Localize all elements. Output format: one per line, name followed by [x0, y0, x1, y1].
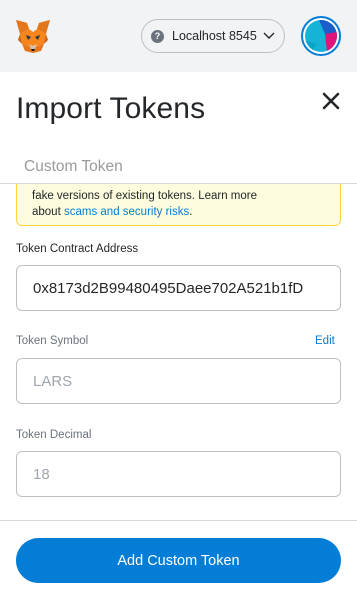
contract-address-input[interactable]: 0x8173d2B99480495Daee702A521b1fD	[16, 265, 341, 311]
token-symbol-input[interactable]: LARS	[16, 358, 341, 404]
identicon-icon	[305, 20, 337, 52]
page-title: Import Tokens	[16, 92, 206, 125]
warning-line-2-prefix: about	[32, 206, 64, 218]
token-symbol-value: LARS	[33, 372, 73, 390]
add-custom-token-button[interactable]: Add Custom Token	[16, 538, 341, 583]
warning-line-1: fake versions of existing tokens. Learn …	[32, 190, 258, 202]
account-avatar[interactable]	[301, 16, 341, 56]
app-header: ? Localhost 8545	[0, 0, 357, 72]
contract-address-label: Token Contract Address	[16, 243, 139, 255]
token-symbol-label: Token Symbol	[16, 335, 89, 347]
edit-symbol-link[interactable]: Edit	[315, 335, 335, 347]
close-icon[interactable]	[319, 89, 343, 113]
warning-line-2-suffix: .	[189, 206, 193, 218]
contract-address-value: 0x8173d2B99480495Daee702A521b1fD	[33, 279, 304, 297]
help-icon: ?	[151, 29, 164, 43]
warning-text: fake versions of existing tokens. Learn …	[32, 188, 257, 220]
network-selector[interactable]: ? Localhost 8545	[141, 19, 285, 53]
network-label: Localhost 8545	[172, 29, 257, 43]
metamask-fox-icon[interactable]	[14, 18, 52, 54]
token-decimal-input[interactable]: 18	[16, 451, 341, 497]
chevron-down-icon	[263, 32, 275, 39]
warning-line-2: about scams and security risks.	[32, 204, 257, 220]
scams-link[interactable]: scams and security risks	[64, 206, 189, 218]
token-decimal-label: Token Decimal	[16, 429, 92, 441]
token-decimal-value: 18	[33, 465, 50, 483]
tab-custom-token[interactable]: Custom Token	[24, 158, 123, 176]
footer-divider	[0, 520, 357, 521]
